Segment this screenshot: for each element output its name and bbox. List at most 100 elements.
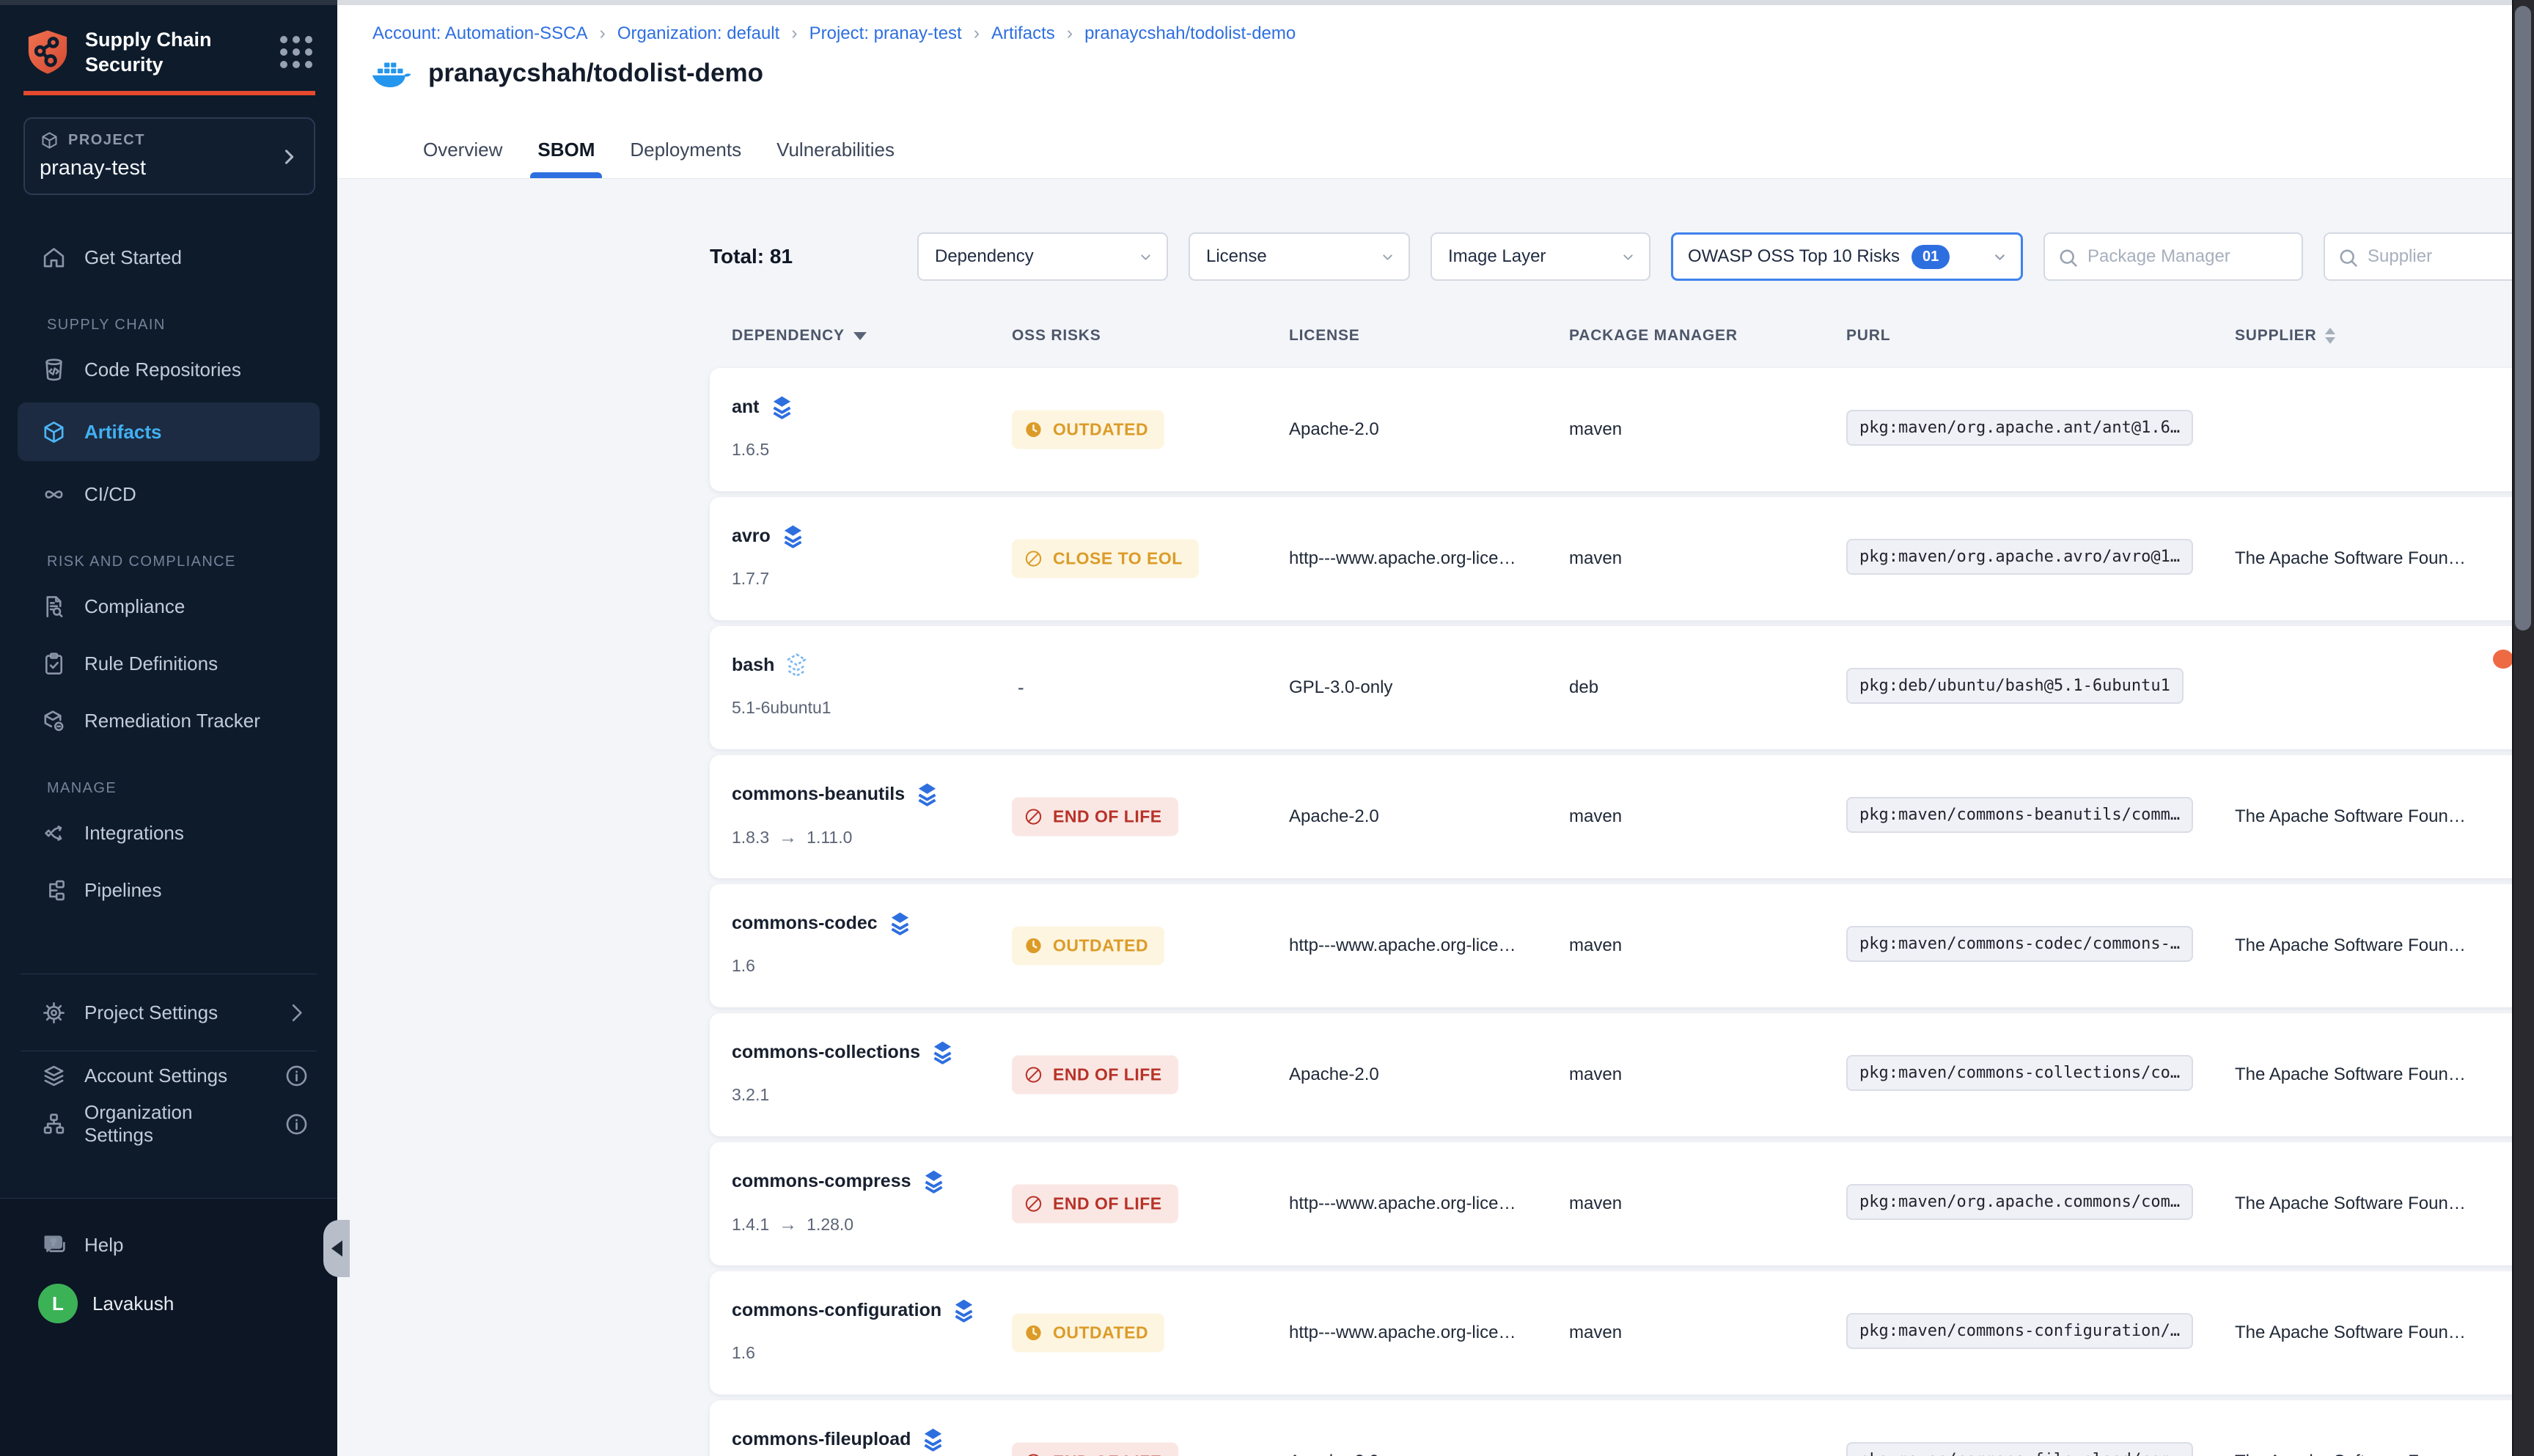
project-selector[interactable]: PROJECT pranay-test <box>23 117 315 195</box>
breadcrumb-link[interactable]: Artifacts <box>991 23 1055 44</box>
oss-risk-cell: OUTDATED <box>1012 411 1164 449</box>
purl-chip[interactable]: pkg:maven/commons-beanutils/comm… <box>1846 797 2193 833</box>
sidebar-item-code-repositories[interactable]: Code Repositories <box>0 345 337 394</box>
column-header-supplier[interactable]: SUPPLIER <box>2235 327 2335 345</box>
column-header-package-manager[interactable]: PACKAGE MANAGER <box>1569 327 1738 345</box>
repo-icon <box>41 357 67 383</box>
project-name: pranay-test <box>40 156 299 180</box>
package-manager-cell: maven <box>1569 419 1622 440</box>
filter-dropdown-dependency[interactable]: Dependency <box>917 232 1168 281</box>
chevron-right-icon <box>279 147 299 167</box>
sidebar-item-compliance[interactable]: Compliance <box>0 582 337 630</box>
sidebar-item-ci-cd[interactable]: CI/CD <box>0 470 337 518</box>
sidebar-item-account-settings[interactable]: Account Settings <box>0 1051 337 1100</box>
info-icon[interactable] <box>284 1063 309 1089</box>
purl-chip[interactable]: pkg:maven/org.apache.ant/ant@1.6… <box>1846 410 2193 446</box>
breadcrumb-link[interactable]: Account: Automation-SSCA <box>372 23 587 44</box>
purl-chip[interactable]: pkg:maven/commons-configuration/… <box>1846 1313 2193 1349</box>
sidebar-item-rule-definitions[interactable]: Rule Definitions <box>0 639 337 688</box>
pipeline-icon <box>41 878 67 903</box>
license-cell: GPL-3.0-only <box>1289 677 1392 698</box>
dropdown-label: License <box>1206 246 1267 267</box>
risk-badge: OUTDATED <box>1012 411 1164 449</box>
tab-overview[interactable]: Overview <box>423 133 502 178</box>
sidebar-item-label: Integrations <box>84 822 184 845</box>
dependency-name: commons-fileupload <box>732 1429 911 1450</box>
caret-down-icon <box>1136 248 1155 266</box>
purl-cell: pkg:maven/org.apache.ant/ant@1.6… <box>1846 410 2193 449</box>
sidebar-item-help[interactable]: ? Help <box>0 1221 337 1269</box>
share-icon <box>41 820 67 846</box>
purl-chip[interactable]: pkg:deb/ubuntu/bash@5.1-6ubuntu1 <box>1846 668 2184 704</box>
table-row-avro[interactable]: avro 1.7.7 CLOSE TO EOL http---www.apach… <box>710 497 2534 620</box>
page-title: pranaycshah/todolist-demo <box>428 59 763 88</box>
cube-icon <box>41 419 67 445</box>
dependency-cell: commons-configuration 1.6 <box>732 1298 975 1363</box>
table-row-ant[interactable]: ant 1.6.5 OUTDATED Apache-2.0 maven pkg:… <box>710 368 2534 491</box>
purl-cell: pkg:maven/commons-fileupload/com… <box>1846 1442 2193 1456</box>
tab-sbom[interactable]: SBOM <box>537 133 595 178</box>
table-row-commons-compress[interactable]: commons-compress 1.4.1→1.28.0 END OF LIF… <box>710 1142 2534 1265</box>
tab-vulnerabilities[interactable]: Vulnerabilities <box>776 133 895 178</box>
sidebar-item-project-settings[interactable]: Project Settings <box>0 985 337 1040</box>
breadcrumb: Account: Automation-SSCA›Organization: d… <box>372 23 1296 44</box>
dropdown-label: Image Layer <box>1448 246 1546 267</box>
sidebar-item-organization-settings[interactable]: Organization Settings <box>0 1100 337 1148</box>
sidebar-item-label: Pipelines <box>84 879 162 902</box>
sidebar-item-integrations[interactable]: Integrations <box>0 809 337 857</box>
table-row-commons-fileupload[interactable]: commons-fileupload END OF LIFE Apache-2.… <box>710 1400 2534 1456</box>
owasp-risks-dropdown[interactable]: OWASP OSS Top 10 Risks 01 <box>1671 232 2023 281</box>
sidebar-item-remediation-tracker[interactable]: Remediation Tracker <box>0 696 337 745</box>
filter-dropdown-image-layer[interactable]: Image Layer <box>1431 232 1650 281</box>
table-row-commons-codec[interactable]: commons-codec 1.6 OUTDATED http---www.ap… <box>710 884 2534 1007</box>
table-row-commons-beanutils[interactable]: commons-beanutils 1.8.3→1.11.0 END OF LI… <box>710 755 2534 878</box>
table-row-commons-configuration[interactable]: commons-configuration 1.6 OUTDATED http-… <box>710 1271 2534 1394</box>
dependency-cell: commons-compress 1.4.1→1.28.0 <box>732 1169 945 1235</box>
sidebar-item-label: CI/CD <box>84 483 136 506</box>
purl-cell: pkg:maven/commons-collections/co… <box>1846 1055 2193 1095</box>
help-label: Help <box>84 1234 123 1257</box>
dependency-version: 1.4.1→1.28.0 <box>732 1214 945 1235</box>
supplier-cell: The Apache Software Foun… <box>2235 1065 2466 1085</box>
purl-chip[interactable]: pkg:maven/org.apache.avro/avro@1… <box>1846 539 2193 575</box>
purl-chip[interactable]: pkg:maven/org.apache.commons/com… <box>1846 1184 2193 1220</box>
license-cell: Apache-2.0 <box>1289 1065 1379 1085</box>
package-manager-input[interactable] <box>2045 234 2302 279</box>
clock-icon <box>1024 420 1043 440</box>
sidebar-item-artifacts[interactable]: Artifacts <box>18 402 320 461</box>
breadcrumb-link[interactable]: Project: pranay-test <box>809 23 962 44</box>
layers-icon <box>771 394 793 420</box>
total-count: Total: 81 <box>710 245 897 268</box>
tab-deployments[interactable]: Deployments <box>630 133 741 178</box>
svg-text:?: ? <box>51 1237 56 1247</box>
table-row-bash[interactable]: bash 5.1-6ubuntu1 - GPL-3.0-only deb pkg… <box>710 626 2534 749</box>
risk-badge: END OF LIFE <box>1012 798 1178 837</box>
nav-section-label: RISK AND COMPLIANCE <box>0 527 337 582</box>
purl-chip[interactable]: pkg:maven/commons-collections/co… <box>1846 1055 2193 1091</box>
column-header-dependency[interactable]: DEPENDENCY <box>732 327 867 345</box>
purl-chip[interactable]: pkg:maven/commons-fileupload/com… <box>1846 1442 2193 1456</box>
oss-risk-cell: - <box>1012 677 1024 699</box>
purl-cell: pkg:maven/org.apache.avro/avro@1… <box>1846 539 2193 578</box>
info-icon[interactable] <box>284 1111 309 1137</box>
purl-chip[interactable]: pkg:maven/commons-codec/commons-… <box>1846 926 2193 962</box>
breadcrumb-link[interactable]: pranaycshah/todolist-demo <box>1084 23 1296 44</box>
supplier-cell: The Apache Software Foun… <box>2235 806 2466 827</box>
package-manager-search <box>2043 232 2303 281</box>
sidebar-collapse-button[interactable] <box>323 1220 350 1277</box>
column-header-license[interactable]: LICENSE <box>1289 327 1360 345</box>
layers-icon <box>922 1169 945 1194</box>
nav-section-label: MANAGE <box>0 754 337 809</box>
column-header-purl[interactable]: PURL <box>1846 327 1890 345</box>
filter-dropdown-license[interactable]: License <box>1189 232 1410 281</box>
apps-grid-icon[interactable] <box>280 36 312 68</box>
risk-badge: OUTDATED <box>1012 1314 1164 1353</box>
infinity-icon <box>41 482 67 507</box>
table-row-commons-collections[interactable]: commons-collections 3.2.1 END OF LIFE Ap… <box>710 1013 2534 1136</box>
sidebar-item-pipelines[interactable]: Pipelines <box>0 866 337 914</box>
user-menu[interactable]: L Lavakush <box>0 1284 337 1323</box>
column-header-oss-risks[interactable]: OSS RISKS <box>1012 327 1101 345</box>
breadcrumb-link[interactable]: Organization: default <box>617 23 779 44</box>
sidebar-item-get-started[interactable]: Get Started <box>0 233 337 282</box>
scrollbar-thumb[interactable] <box>2515 6 2531 630</box>
